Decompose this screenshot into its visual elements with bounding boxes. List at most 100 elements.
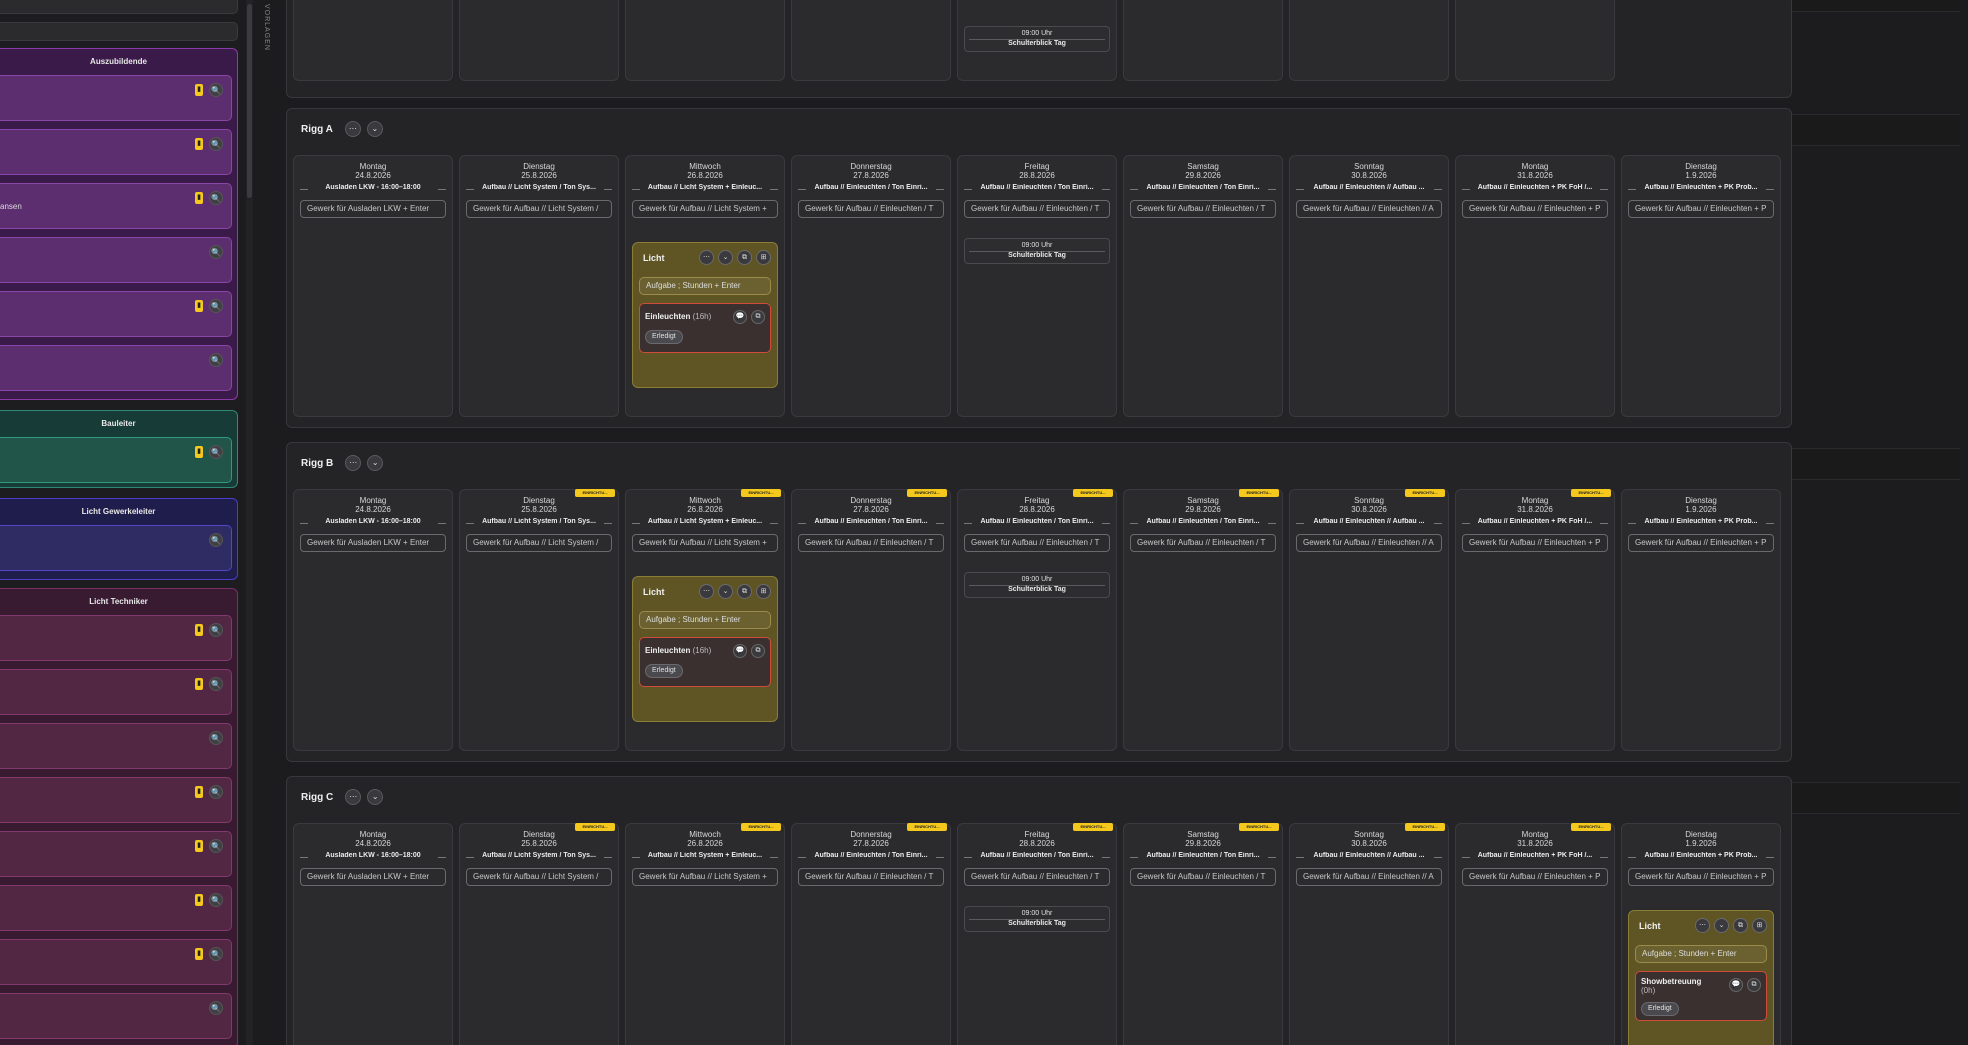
chevron-down-icon[interactable]: ⌄ bbox=[1714, 918, 1729, 933]
copy-icon[interactable]: ⧉ bbox=[1733, 918, 1748, 933]
gewerk-input[interactable]: Gewerk für Aufbau // Einleuchten + P bbox=[1462, 534, 1608, 552]
event-schulterblick[interactable]: 09:00 Uhr Schulterblick Tag bbox=[964, 238, 1110, 264]
gewerk-input[interactable]: Gewerk für Aufbau // Einleuchten / T bbox=[798, 868, 944, 886]
gewerk-input[interactable]: Gewerk für Aufbau // Einleuchten / T bbox=[1130, 534, 1276, 552]
main-scrollbar[interactable] bbox=[1961, 0, 1968, 1045]
gewerk-input[interactable]: Gewerk für Aufbau // Licht System + bbox=[632, 200, 778, 218]
sidebar-top-bar[interactable] bbox=[0, 0, 238, 14]
chevron-down-icon[interactable]: ⌄ bbox=[367, 455, 384, 471]
task-card[interactable]: Showbetreuung (0h) 💬 ⧉ Erledigt bbox=[1635, 971, 1767, 1021]
gewerk-input[interactable]: Gewerk für Aufbau // Einleuchten / T bbox=[964, 868, 1110, 886]
more-icon[interactable]: ⋯ bbox=[345, 455, 362, 471]
search-icon[interactable]: 🔍 bbox=[209, 245, 223, 259]
more-icon[interactable]: ⋯ bbox=[344, 121, 361, 137]
task-input[interactable]: Aufgabe ; Stunden + Enter bbox=[639, 611, 771, 629]
done-button[interactable]: Erledigt bbox=[1641, 1002, 1679, 1016]
gewerk-input[interactable]: Gewerk für Aufbau // Einleuchten // A bbox=[1296, 868, 1442, 886]
search-icon[interactable]: 🔍 bbox=[209, 137, 223, 151]
gewerk-input[interactable]: Gewerk für Aufbau // Licht System / bbox=[466, 200, 612, 218]
pin-icon[interactable]: ▮ bbox=[195, 948, 203, 960]
sidebar-scrollbar[interactable] bbox=[246, 0, 253, 1045]
person-card[interactable]: 🔍 bbox=[0, 345, 232, 391]
task-card[interactable]: Einleuchten (16h) 💬 ⧉ Erledigt bbox=[639, 637, 771, 687]
search-icon[interactable]: 🔍 bbox=[209, 1001, 223, 1015]
gewerk-input[interactable]: Gewerk für Aufbau // Einleuchten + P bbox=[1628, 534, 1774, 552]
search-icon[interactable]: 🔍 bbox=[209, 623, 223, 637]
more-icon[interactable]: ⋯ bbox=[1695, 918, 1710, 933]
person-card[interactable]: 🔍 bbox=[0, 237, 232, 283]
gewerk-input[interactable]: Gewerk für Aufbau // Einleuchten + P bbox=[1462, 868, 1608, 886]
event-schulterblick[interactable]: 09:00 Uhr Schulterblick Tag bbox=[964, 572, 1110, 598]
chevron-down-icon[interactable]: ⌄ bbox=[718, 584, 733, 599]
event-schulterblick[interactable]: 09:00 Uhr Schulterblick Tag bbox=[964, 26, 1110, 52]
copy-icon[interactable]: ⧉ bbox=[751, 644, 765, 658]
search-icon[interactable]: 🔍 bbox=[209, 893, 223, 907]
person-card[interactable]: ▮ 🔍 bbox=[0, 669, 232, 715]
search-icon[interactable]: 🔍 bbox=[209, 677, 223, 691]
search-icon[interactable]: 🔍 bbox=[209, 191, 223, 205]
grid-icon[interactable]: ⊞ bbox=[756, 584, 771, 599]
person-card[interactable]: ▮ 🔍 bbox=[0, 777, 232, 823]
done-button[interactable]: Erledigt bbox=[645, 664, 683, 678]
pin-icon[interactable]: ▮ bbox=[195, 192, 203, 204]
gewerk-input[interactable]: Gewerk für Ausladen LKW + Enter bbox=[300, 868, 446, 886]
pin-icon[interactable]: ▮ bbox=[195, 840, 203, 852]
gewerk-input[interactable]: Gewerk für Aufbau // Einleuchten / T bbox=[1130, 868, 1276, 886]
licht-gewerk-card[interactable]: Licht ⋯ ⌄ ⧉ ⊞ Aufgabe ; Stunden + Enter Einleu… bbox=[632, 242, 778, 388]
chevron-down-icon[interactable]: ⌄ bbox=[367, 789, 384, 805]
person-card[interactable]: ▮ 🔍 bbox=[0, 129, 232, 175]
search-icon[interactable]: 🔍 bbox=[209, 445, 223, 459]
pin-icon[interactable]: ▮ bbox=[195, 138, 203, 150]
licht-gewerk-card[interactable]: Licht ⋯ ⌄ ⧉ ⊞ Aufgabe ; Stunden + Enter Showbe… bbox=[1628, 910, 1774, 1045]
search-icon[interactable]: 🔍 bbox=[209, 947, 223, 961]
grid-icon[interactable]: ⊞ bbox=[1752, 918, 1767, 933]
copy-icon[interactable]: ⧉ bbox=[737, 584, 752, 599]
more-icon[interactable]: ⋯ bbox=[345, 789, 362, 805]
gewerk-input[interactable]: Gewerk für Aufbau // Licht System / bbox=[466, 534, 612, 552]
gewerk-input[interactable]: Gewerk für Aufbau // Einleuchten + P bbox=[1462, 200, 1608, 218]
more-icon[interactable]: ⋯ bbox=[699, 584, 714, 599]
comment-icon[interactable]: 💬 bbox=[733, 310, 747, 324]
person-card[interactable]: ▮ 🔍 bbox=[0, 939, 232, 985]
gewerk-input[interactable]: Gewerk für Aufbau // Einleuchten // A bbox=[1296, 534, 1442, 552]
pin-icon[interactable]: ▮ bbox=[195, 300, 203, 312]
copy-icon[interactable]: ⧉ bbox=[1747, 978, 1761, 992]
person-card[interactable]: ▮ 🔍 bbox=[0, 437, 232, 483]
search-icon[interactable]: 🔍 bbox=[209, 533, 223, 547]
gewerk-input[interactable]: Gewerk für Aufbau // Licht System + bbox=[632, 534, 778, 552]
task-input[interactable]: Aufgabe ; Stunden + Enter bbox=[639, 277, 771, 295]
gewerk-input[interactable]: Gewerk für Aufbau // Einleuchten / T bbox=[798, 200, 944, 218]
gewerk-input[interactable]: Gewerk für Aufbau // Einleuchten / T bbox=[964, 534, 1110, 552]
pin-icon[interactable]: ▮ bbox=[195, 678, 203, 690]
search-icon[interactable]: 🔍 bbox=[209, 839, 223, 853]
gewerk-input[interactable]: Gewerk für Aufbau // Licht System + bbox=[632, 868, 778, 886]
gewerk-input[interactable]: Gewerk für Ausladen LKW + Enter bbox=[300, 200, 446, 218]
copy-icon[interactable]: ⧉ bbox=[751, 310, 765, 324]
more-icon[interactable]: ⋯ bbox=[699, 250, 714, 265]
comment-icon[interactable]: 💬 bbox=[733, 644, 747, 658]
person-card[interactable]: ▮ 🔍 bbox=[0, 75, 232, 121]
comment-icon[interactable]: 💬 bbox=[1729, 978, 1743, 992]
gewerk-input[interactable]: Gewerk für Aufbau // Einleuchten / T bbox=[964, 200, 1110, 218]
person-card[interactable]: ▮ 🔍 bbox=[0, 831, 232, 877]
task-input[interactable]: Aufgabe ; Stunden + Enter bbox=[1635, 945, 1767, 963]
copy-icon[interactable]: ⧉ bbox=[737, 250, 752, 265]
pin-icon[interactable]: ▮ bbox=[195, 786, 203, 798]
person-card[interactable]: ▮ 🔍 bbox=[0, 615, 232, 661]
gewerk-input[interactable]: Gewerk für Aufbau // Einleuchten + P bbox=[1628, 200, 1774, 218]
pin-icon[interactable]: ▮ bbox=[195, 446, 203, 458]
done-button[interactable]: Erledigt bbox=[645, 330, 683, 344]
pin-icon[interactable]: ▮ bbox=[195, 84, 203, 96]
gewerk-input[interactable]: Gewerk für Aufbau // Einleuchten // A bbox=[1296, 200, 1442, 218]
pin-icon[interactable]: ▮ bbox=[195, 894, 203, 906]
gewerk-input[interactable]: Gewerk für Aufbau // Einleuchten + P bbox=[1628, 868, 1774, 886]
person-card[interactable]: 🔍 bbox=[0, 723, 232, 769]
pin-icon[interactable]: ▮ bbox=[195, 624, 203, 636]
person-card[interactable]: ansen ▮ 🔍 bbox=[0, 183, 232, 229]
gewerk-input[interactable]: Gewerk für Aufbau // Licht System / bbox=[466, 868, 612, 886]
gewerk-input[interactable]: Gewerk für Aufbau // Einleuchten / T bbox=[1130, 200, 1276, 218]
licht-gewerk-card[interactable]: Licht ⋯ ⌄ ⧉ ⊞ Aufgabe ; Stunden + Enter Einleu… bbox=[632, 576, 778, 722]
search-icon[interactable]: 🔍 bbox=[209, 83, 223, 97]
gewerk-input[interactable]: Gewerk für Aufbau // Einleuchten / T bbox=[798, 534, 944, 552]
gewerk-input[interactable]: Gewerk für Ausladen LKW + Enter bbox=[300, 534, 446, 552]
